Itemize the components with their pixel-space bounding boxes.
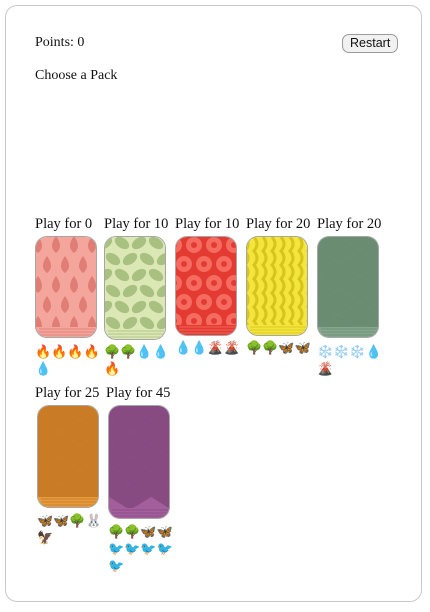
pack-price-label: Play for 20 — [317, 216, 382, 232]
pack-contents: 💧💧🌋🌋 — [175, 341, 240, 356]
pack-card-art — [247, 237, 307, 335]
pack-card[interactable] — [175, 236, 237, 336]
pack-card-art — [176, 237, 236, 335]
pack-card[interactable] — [37, 405, 99, 508]
pack-price-label: Play for 45 — [106, 385, 171, 401]
points-display: Points: 0 — [35, 35, 85, 50]
pack-card[interactable] — [108, 405, 170, 519]
pack-card[interactable] — [246, 236, 308, 336]
restart-button[interactable]: Restart — [342, 34, 399, 53]
pack-card-art — [109, 406, 169, 518]
pack-card[interactable] — [317, 236, 379, 338]
pack-contents: 🌳🌳💧💧🔥 — [104, 345, 169, 377]
pack-contents: 🌳🌳🦋🦋🐦🐦🐦🐦🐦 — [108, 525, 173, 574]
pack-card-art — [38, 406, 98, 507]
pack-card[interactable] — [104, 236, 166, 340]
pack-contents: ❄️❄️❄️💧🌋 — [317, 345, 382, 377]
pack-card[interactable] — [35, 236, 97, 338]
pack-contents: 🔥🔥🔥🔥💧 — [35, 345, 100, 377]
pack-card-art — [318, 237, 378, 337]
pack-contents: 🦋🦋🌳🐰🦅 — [37, 514, 102, 546]
choose-pack-heading: Choose a Pack — [35, 68, 118, 83]
pack-card-art — [105, 237, 165, 339]
pack-contents: 🌳🌳🦋🦋 — [246, 341, 311, 356]
pack-card-art — [36, 237, 96, 337]
